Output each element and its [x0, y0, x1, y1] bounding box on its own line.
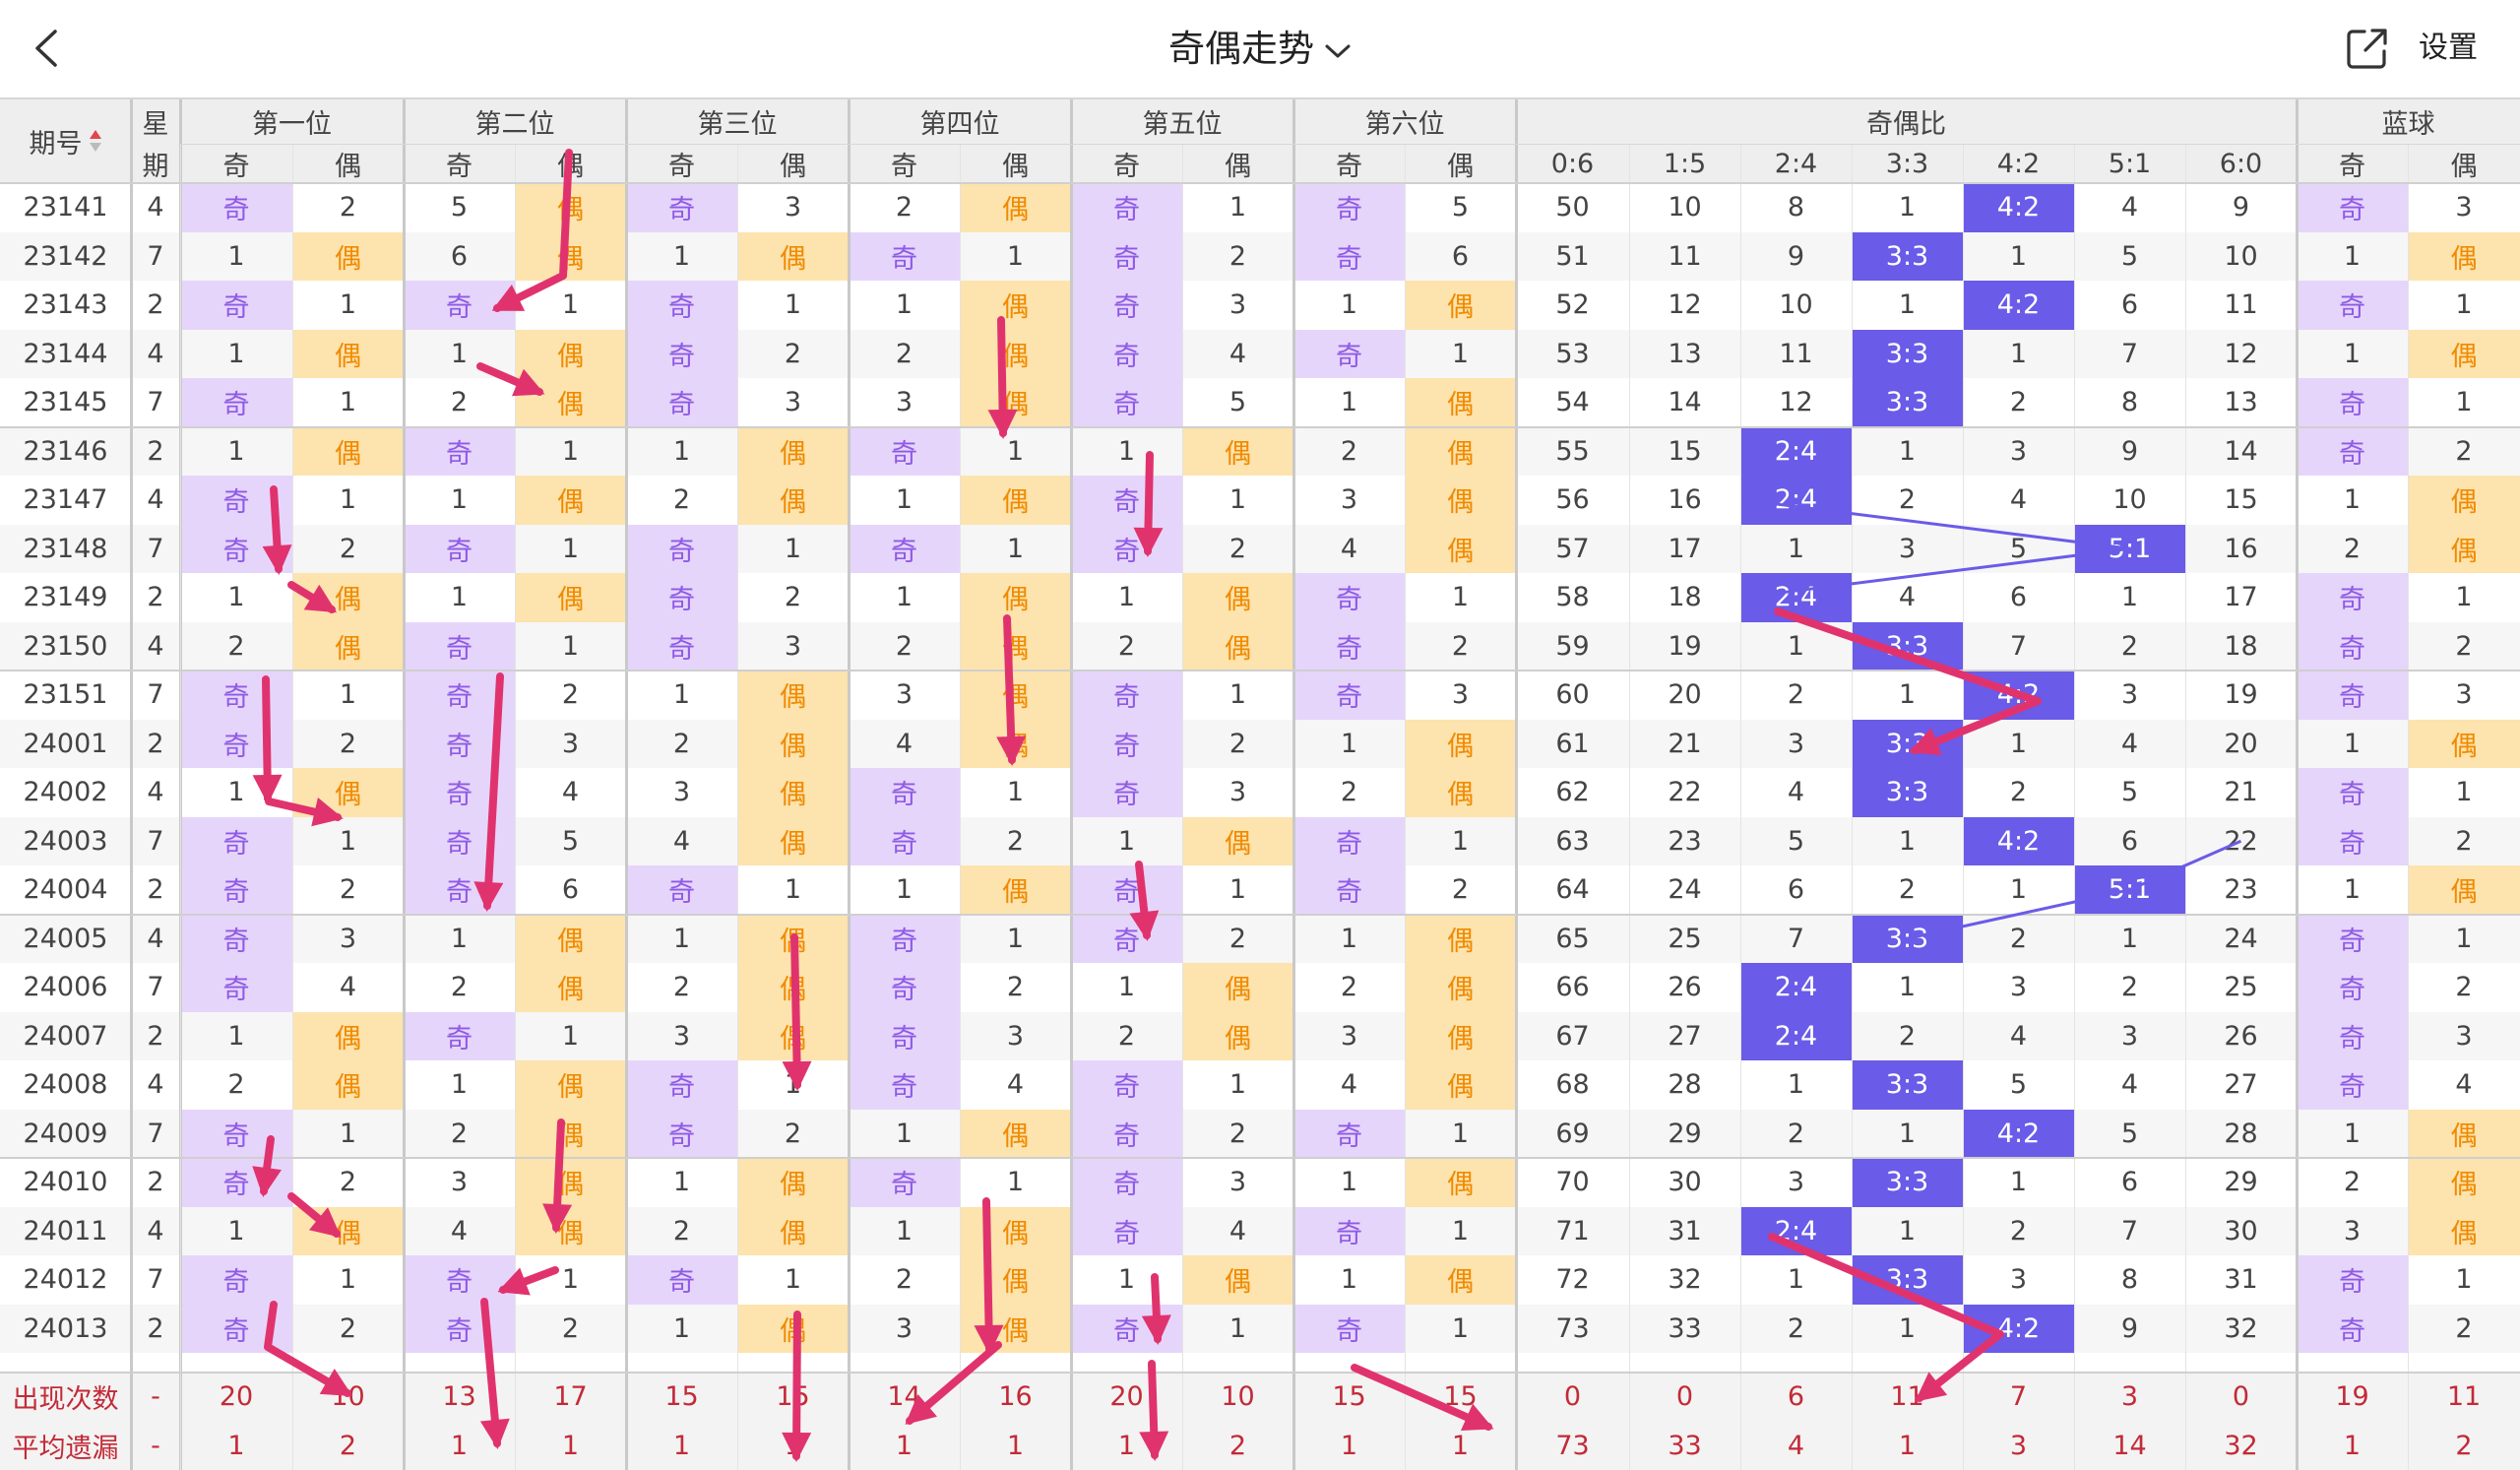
annotation-arrow: [1772, 1237, 2000, 1398]
arrowhead: [542, 1203, 572, 1234]
ratio-trend-line: [1908, 841, 2241, 938]
ratio-trend-line: [1743, 500, 2130, 598]
annotation-arrow: [1778, 611, 2038, 750]
arrowhead: [988, 410, 1018, 439]
trend-overlay: [0, 0, 2520, 1467]
arrowhead: [1133, 528, 1163, 557]
arrowhead: [1142, 1314, 1171, 1345]
arrowhead: [480, 1419, 510, 1449]
arrowhead: [1139, 1432, 1168, 1461]
arrowhead: [311, 798, 344, 826]
arrowhead: [996, 735, 1026, 766]
annotation-arrow: [497, 153, 569, 308]
annotation-arrow: [487, 676, 500, 906]
arrowhead: [782, 1433, 811, 1462]
arrowhead: [473, 881, 503, 912]
arrowhead: [783, 1061, 812, 1091]
arrowhead: [263, 544, 292, 575]
